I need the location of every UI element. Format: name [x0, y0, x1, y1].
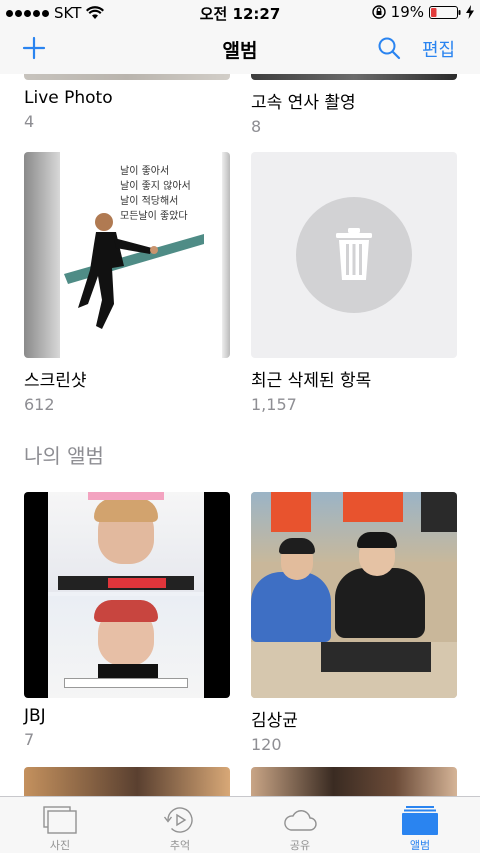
album-tile-jbj[interactable]: JBJ 7: [24, 492, 230, 749]
tab-shared[interactable]: 공유: [240, 797, 360, 853]
albums-icon: [402, 806, 438, 835]
section-header-my-albums: 나의 앨범: [24, 444, 104, 468]
album-name: 김상균: [251, 711, 298, 731]
search-icon[interactable]: [377, 36, 401, 60]
edit-button[interactable]: 편집: [422, 36, 455, 62]
charging-bolt-icon: [466, 5, 474, 19]
nav-bar: 앨범 편집: [0, 24, 480, 74]
album-tile-burst[interactable]: 고속 연사 촬영 8: [251, 88, 457, 136]
album-tile-kim-sanggyun[interactable]: 김상균 120: [251, 492, 457, 754]
album-thumbnail[interactable]: [251, 492, 457, 698]
album-tile-live-photo[interactable]: Live Photo 4: [24, 88, 230, 131]
tab-albums[interactable]: 앨범: [360, 797, 480, 853]
album-tile-partial-left[interactable]: [24, 767, 230, 796]
status-bar: SKT 오전 12:27 19%: [0, 0, 480, 24]
album-thumbnail[interactable]: 날이 좋아서 날이 좋지 않아서 날이 적당해서 모든날이 좋았다: [24, 152, 230, 358]
photos-icon: [43, 806, 77, 834]
rotation-lock-icon: [371, 5, 386, 19]
album-tile-partial-right[interactable]: [251, 767, 457, 796]
album-thumbnail[interactable]: [251, 152, 457, 358]
dancer-figure: [64, 213, 204, 329]
tab-label: 추억: [169, 839, 191, 852]
status-right: 19%: [371, 3, 474, 21]
album-name: Live Photo: [24, 88, 113, 108]
album-count: 7: [24, 730, 35, 749]
album-name: 고속 연사 촬영: [251, 93, 356, 113]
tab-label: 앨범: [409, 839, 431, 852]
albums-content[interactable]: Live Photo 4 고속 연사 촬영 8 날이 좋아서 날이 좋지 않아서…: [0, 74, 480, 796]
tab-memories[interactable]: 추억: [120, 797, 240, 853]
thumb-burst-partial[interactable]: [251, 74, 457, 80]
album-count: 4: [24, 112, 35, 131]
cloud-icon: [284, 810, 317, 831]
album-name: JBJ: [24, 706, 46, 726]
album-tile-screenshots[interactable]: 날이 좋아서 날이 좋지 않아서 날이 적당해서 모든날이 좋았다 스크린샷 6…: [24, 152, 230, 414]
tab-photos[interactable]: 사진: [0, 797, 120, 853]
album-count: 1,157: [251, 395, 297, 414]
battery-icon: [429, 5, 461, 19]
tab-label: 공유: [289, 839, 311, 852]
trash-icon: [336, 228, 372, 280]
album-tile-recently-deleted[interactable]: 최근 삭제된 항목 1,157: [251, 152, 457, 414]
page-title: 앨범: [222, 40, 258, 62]
album-count: 612: [24, 395, 55, 414]
battery-percent: 19%: [390, 3, 424, 21]
tab-bar: 사진 추억 공유 앨범: [0, 796, 480, 853]
album-count: 120: [251, 735, 282, 754]
album-name: 최근 삭제된 항목: [251, 371, 372, 391]
memories-icon: [163, 807, 193, 833]
album-thumbnail[interactable]: [24, 492, 230, 698]
album-count: 8: [251, 117, 262, 136]
thumb-live-photo-partial[interactable]: [24, 74, 230, 80]
album-name: 스크린샷: [24, 371, 87, 391]
tab-label: 사진: [49, 839, 71, 852]
